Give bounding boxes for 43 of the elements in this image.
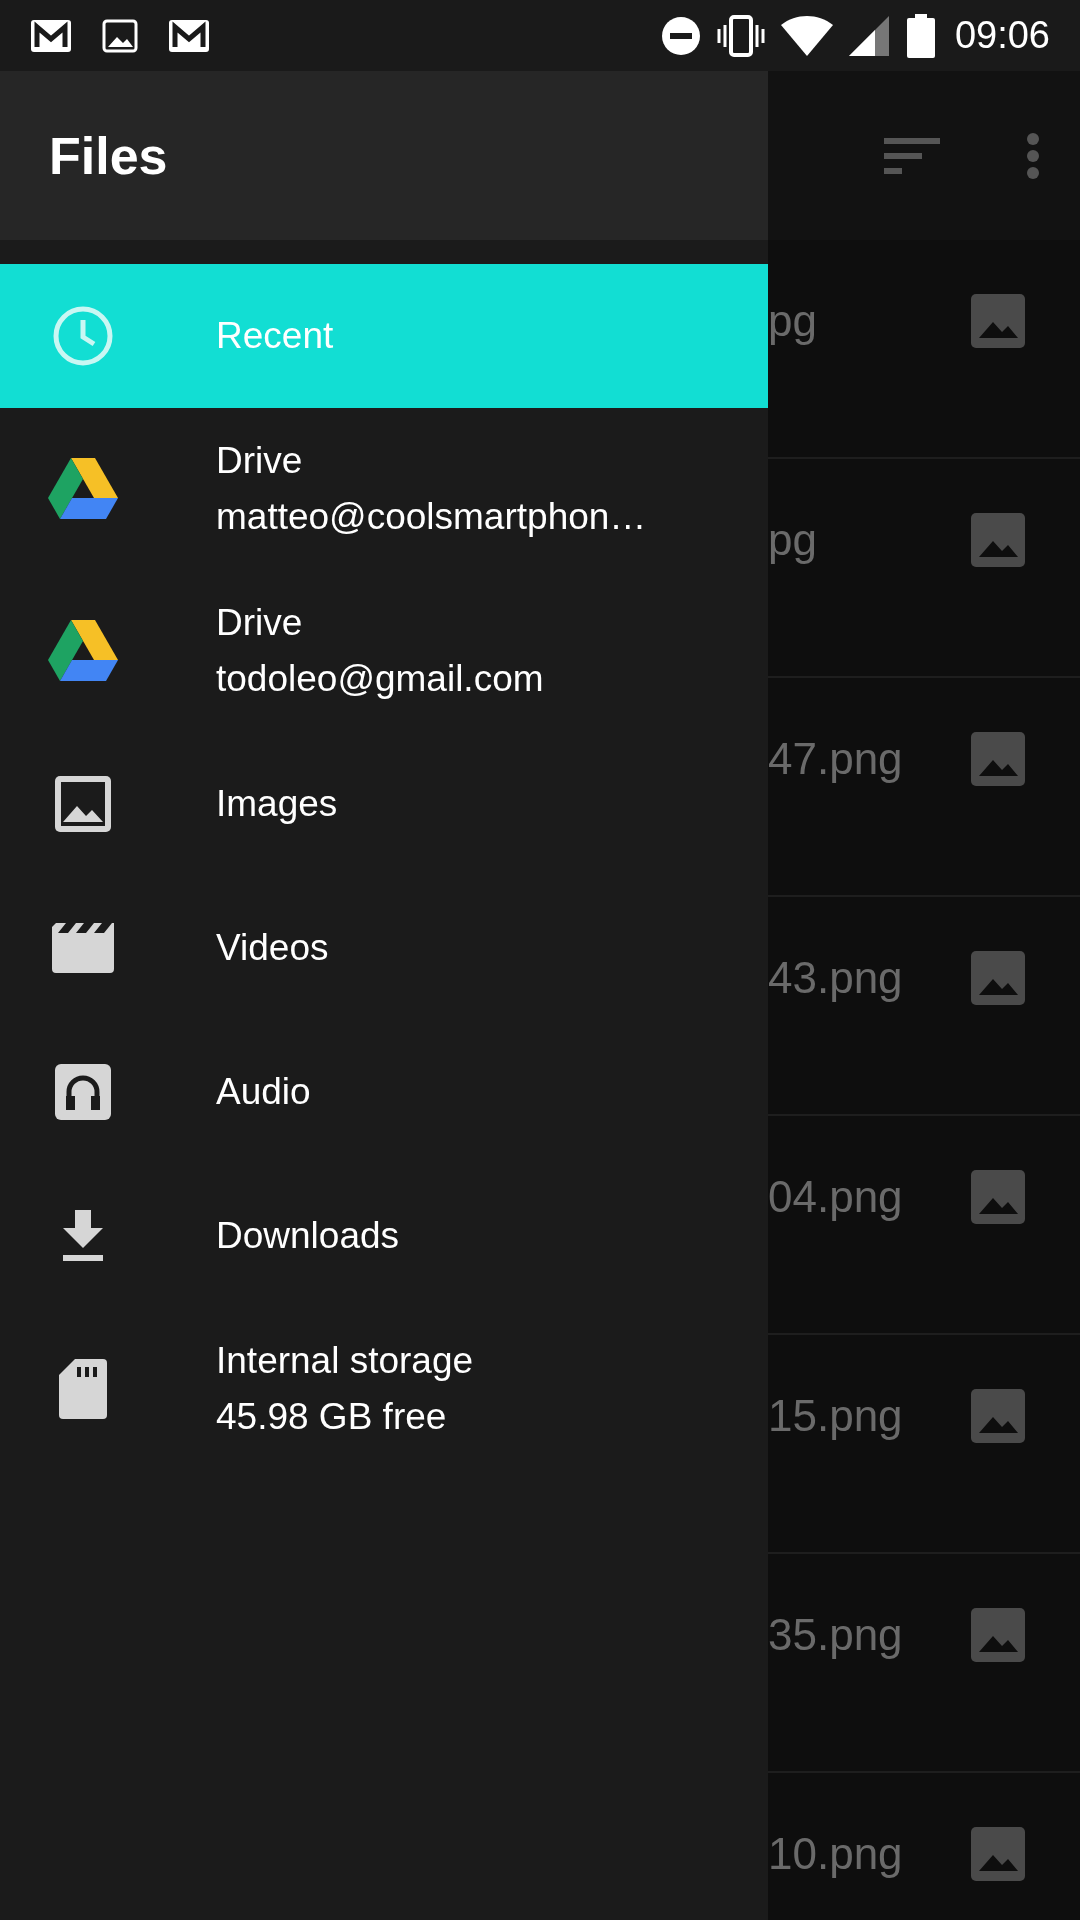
file-name: 10.png xyxy=(768,1829,903,1879)
drawer-item[interactable]: Internal storage 45.98 GB free xyxy=(0,1308,768,1470)
image-icon[interactable] xyxy=(971,294,1025,348)
vibrate-icon xyxy=(716,14,765,57)
drawer-item[interactable]: Drive matteo@coolsmartphon… xyxy=(0,408,768,570)
battery-icon xyxy=(906,13,935,58)
more-options-icon[interactable] xyxy=(1026,132,1040,179)
file-name: 47.png xyxy=(768,734,903,784)
mail-icon xyxy=(30,18,72,53)
clapperboard-icon xyxy=(52,923,114,973)
clock-icon xyxy=(52,305,114,367)
image-icon[interactable] xyxy=(971,951,1025,1005)
image-icon[interactable] xyxy=(971,513,1025,567)
file-name: 15.png xyxy=(768,1391,903,1441)
file-name: 35.png xyxy=(768,1610,903,1660)
drawer-item[interactable]: Drive todoleo@gmail.com xyxy=(0,570,768,732)
do-not-disturb-icon xyxy=(660,15,701,56)
image-icon[interactable] xyxy=(971,732,1025,786)
drawer-title: Files xyxy=(49,125,168,187)
image-icon[interactable] xyxy=(971,1389,1025,1443)
drawer-item[interactable]: Audio xyxy=(0,1020,768,1164)
wifi-icon xyxy=(780,15,833,56)
headphones-icon xyxy=(55,1064,111,1120)
file-name: pg xyxy=(768,296,817,346)
file-name: 43.png xyxy=(768,953,903,1003)
drive-logo-icon xyxy=(48,458,118,520)
image-icon[interactable] xyxy=(971,1608,1025,1662)
drive-logo-icon xyxy=(48,620,118,682)
image-icon[interactable] xyxy=(971,1827,1025,1881)
clock-time: 09:06 xyxy=(954,13,1050,58)
sd-card-icon xyxy=(59,1359,107,1419)
drawer-item[interactable]: Images xyxy=(0,732,768,876)
image-icon xyxy=(55,776,111,832)
image-icon xyxy=(102,18,138,53)
drawer-item[interactable]: Downloads xyxy=(0,1164,768,1308)
file-name: 04.png xyxy=(768,1172,903,1222)
signal-icon xyxy=(848,15,891,56)
sort-icon[interactable] xyxy=(884,137,940,174)
file-name: pg xyxy=(768,515,817,565)
mail-icon xyxy=(168,18,210,53)
image-icon[interactable] xyxy=(971,1170,1025,1224)
drawer-item[interactable]: Videos xyxy=(0,876,768,1020)
download-icon xyxy=(61,1210,105,1262)
